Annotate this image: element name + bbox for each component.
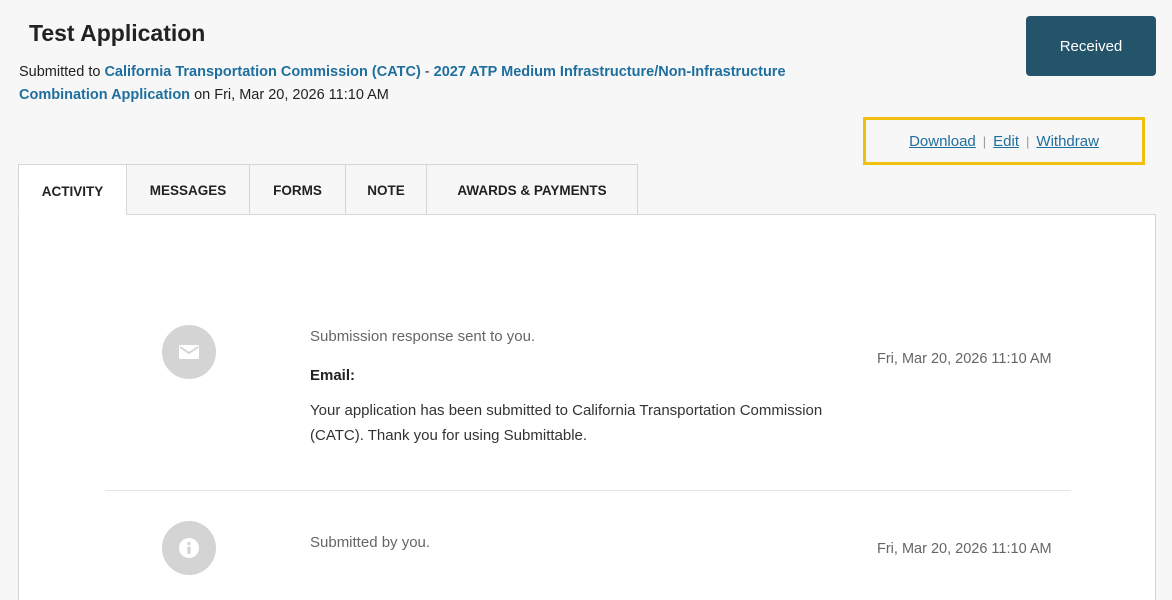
tab-messages[interactable]: MESSAGES xyxy=(127,164,250,215)
submission-actions: Download | Edit | Withdraw xyxy=(863,117,1145,165)
tab-bar: ACTIVITY MESSAGES FORMS NOTE AWARDS & PA… xyxy=(18,164,638,215)
activity-text: Submitted by you. xyxy=(310,534,431,551)
activity-panel: Submission response sent to you. Email: … xyxy=(18,214,1156,600)
page-title: Test Application xyxy=(29,20,206,46)
tab-forms[interactable]: FORMS xyxy=(250,164,346,215)
tab-awards-payments[interactable]: AWARDS & PAYMENTS xyxy=(427,164,638,215)
withdraw-link[interactable]: Withdraw xyxy=(1036,133,1099,150)
activity-divider xyxy=(105,490,1071,491)
activity-email-body: Your application has been submitted to C… xyxy=(310,402,823,444)
envelope-icon xyxy=(162,325,216,379)
tab-activity[interactable]: ACTIVITY xyxy=(18,164,127,215)
submitted-date: on Fri, Mar 20, 2026 11:10 AM xyxy=(190,87,389,103)
info-icon xyxy=(162,521,216,575)
submission-page: Test Application Submitted to California… xyxy=(0,0,1172,600)
submitted-prefix: Submitted to xyxy=(19,64,105,80)
activity-timestamp: Fri, Mar 20, 2026 11:10 AM xyxy=(877,541,1052,557)
activity-text: Submission response sent to you. xyxy=(310,328,536,345)
activity-timestamp: Fri, Mar 20, 2026 11:10 AM xyxy=(877,351,1052,367)
submission-summary: Submitted to California Transportation C… xyxy=(19,61,859,107)
status-received-button[interactable]: Received xyxy=(1026,16,1156,76)
activity-email-label: Email: xyxy=(310,367,356,384)
action-separator: | xyxy=(982,133,987,149)
action-separator: | xyxy=(1026,133,1030,149)
organization-link[interactable]: California Transportation Commission (CA… xyxy=(104,64,420,80)
edit-link[interactable]: Edit xyxy=(993,133,1019,150)
dash-separator: - xyxy=(420,64,434,80)
download-link[interactable]: Download xyxy=(909,133,976,150)
tab-note[interactable]: NOTE xyxy=(346,164,427,215)
